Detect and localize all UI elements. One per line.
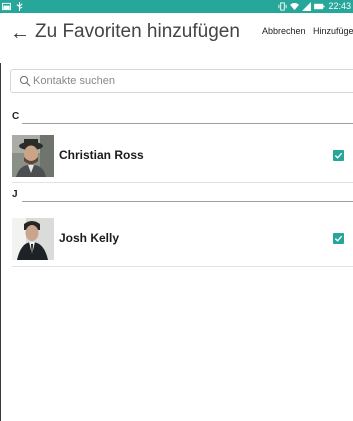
search-icon (19, 75, 31, 87)
section-divider (22, 123, 353, 124)
battery-icon (314, 3, 325, 9)
checkmark-icon (334, 152, 343, 159)
status-time: 22:43 (328, 1, 351, 11)
avatar (12, 218, 54, 260)
contact-name: Christian Ross (59, 148, 144, 162)
row-divider (12, 182, 353, 183)
gallery-notification-icon (2, 2, 11, 11)
search-input[interactable] (33, 73, 343, 89)
section-divider (22, 201, 353, 202)
contact-checkbox[interactable] (333, 150, 344, 161)
signal-icon (302, 1, 312, 11)
section-letter: J (12, 189, 18, 200)
section-header-c: C (12, 111, 353, 125)
add-button[interactable]: Hinzufügen (313, 26, 353, 36)
section-letter: C (12, 111, 20, 122)
usb-debug-icon (16, 2, 23, 11)
search-box[interactable] (10, 69, 353, 93)
checkmark-icon (334, 235, 343, 242)
wifi-icon (290, 2, 300, 10)
vibrate-icon (278, 1, 288, 11)
contact-name: Josh Kelly (59, 231, 120, 245)
cancel-button[interactable]: Abbrechen (262, 26, 306, 36)
page-title: Zu Favoriten hinzufügen (35, 21, 240, 42)
row-divider (12, 266, 353, 267)
avatar (12, 135, 54, 177)
window-edge (0, 63, 1, 421)
status-bar: 22:43 (0, 0, 353, 13)
contact-checkbox[interactable] (333, 233, 344, 244)
arrow-left-icon[interactable]: ← (10, 23, 30, 43)
contact-row-christian-ross[interactable]: Christian Ross (0, 131, 353, 183)
section-header-j: J (12, 189, 353, 203)
contact-row-josh-kelly[interactable]: Josh Kelly (0, 214, 353, 266)
